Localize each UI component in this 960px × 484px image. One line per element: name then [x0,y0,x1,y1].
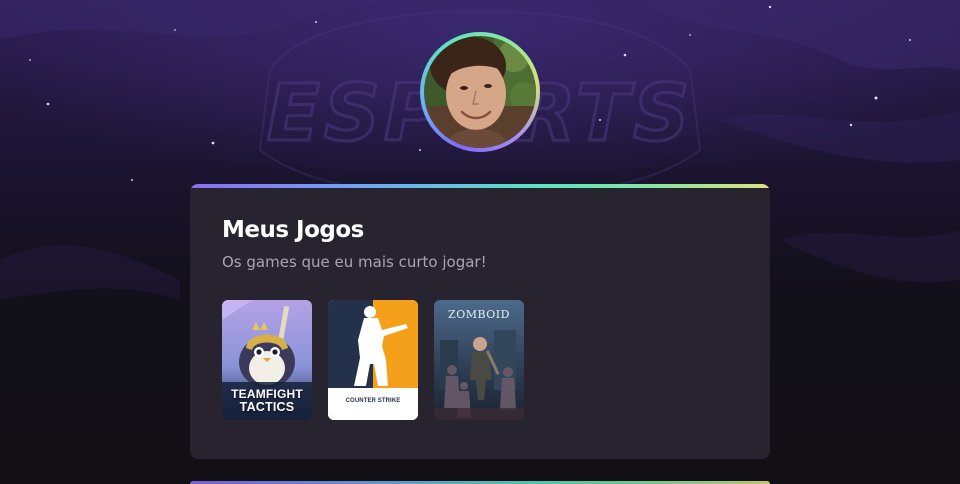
card-title: Meus Jogos [222,217,364,243]
game-title: ZOMBOID [448,308,510,321]
game-title-line1: TEAMFIGHT [231,387,303,401]
game-card-project-zomboid[interactable]: ZOMBOID [434,300,524,420]
card-subtitle: Os games que eu mais curto jogar! [222,253,487,271]
game-card-counter-strike[interactable]: COUNTER STRIKE [328,300,418,420]
avatar-photo [424,36,536,148]
games-card: Meus Jogos Os games que eu mais curto jo… [190,184,770,459]
game-title: COUNTER STRIKE [345,398,401,404]
card-accent-line [190,184,770,188]
profile-avatar [420,32,540,152]
game-card-teamfight-tactics[interactable]: TEAMFIGHT TACTICS [222,300,312,420]
game-title-line2: TACTICS [239,400,295,414]
user-photo-icon [424,36,536,148]
